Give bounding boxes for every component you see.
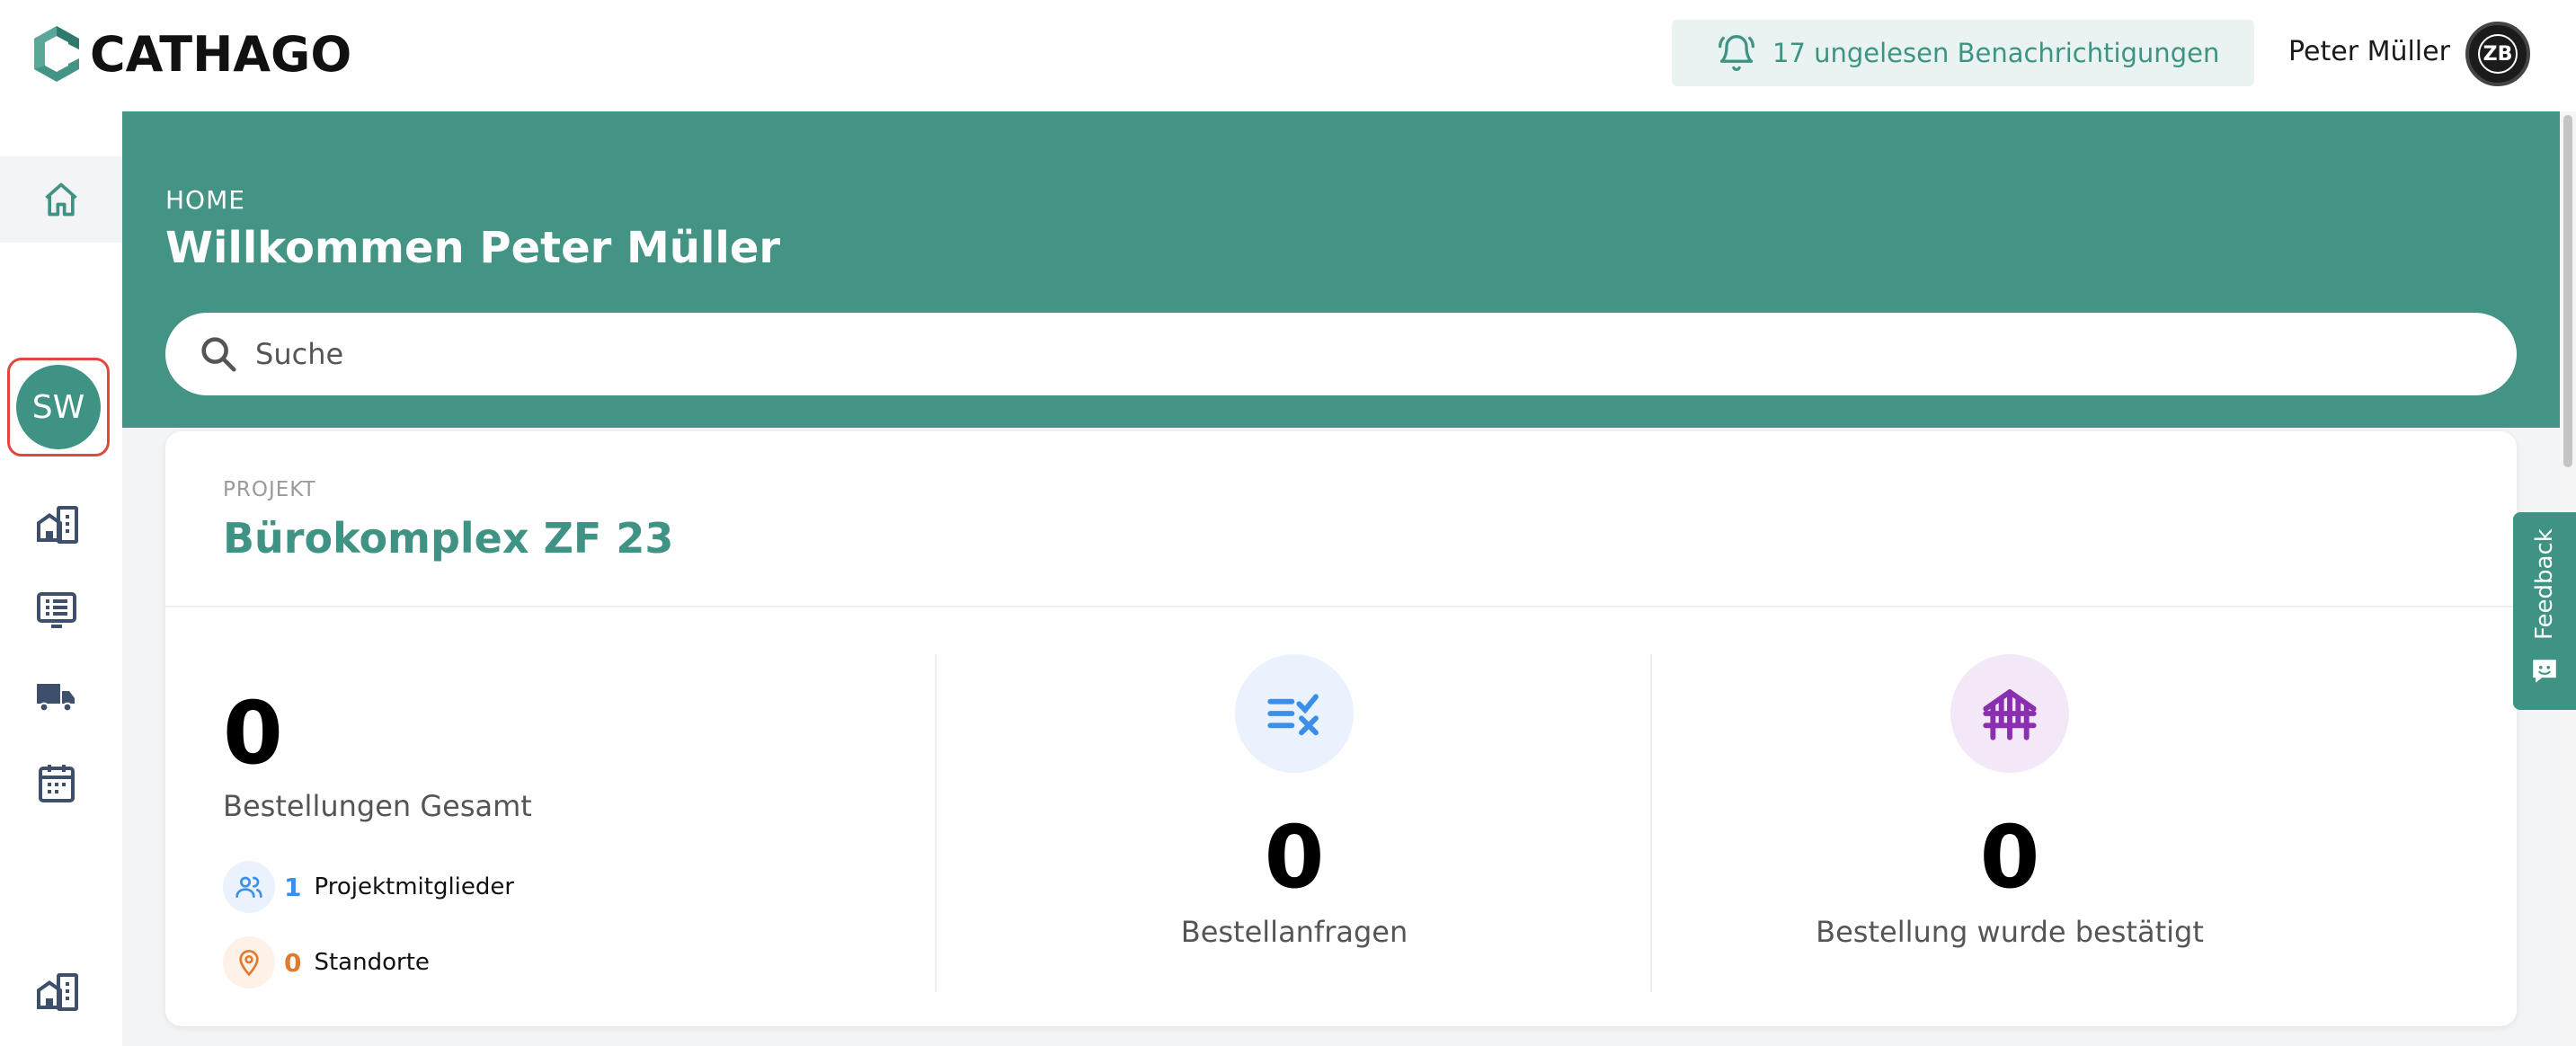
order-requests-icon-wrap [1235, 654, 1354, 773]
calendar-icon [39, 765, 75, 802]
feedback-label: Feedback [2531, 528, 2558, 640]
logo[interactable]: CATHAGO [34, 25, 351, 83]
locations-count: 0 [284, 947, 302, 978]
sidebar: SW [0, 111, 122, 1046]
logo-icon [34, 26, 79, 82]
user-avatar-initials: ZB [2478, 34, 2518, 74]
total-orders-label: Bestellungen Gesamt [223, 789, 532, 823]
buildings-icon [37, 506, 78, 544]
sidebar-item-list[interactable] [32, 586, 81, 634]
list-icon [37, 592, 76, 628]
total-orders-value: 0 [223, 683, 283, 784]
top-bar: CATHAGO 17 ungelesen Benachrichtigungen … [0, 0, 2576, 111]
search-input[interactable] [255, 337, 2412, 371]
notifications-label: 17 ungelesen Benachrichtigungen [1772, 38, 2220, 68]
bridge-icon [1983, 689, 2037, 740]
people-icon [235, 876, 262, 898]
orders-confirmed-icon-wrap [1950, 654, 2069, 773]
project-card-header: PROJEKT Bürokomplex ZF 23 [165, 431, 2517, 607]
logo-text: CATHAGO [90, 25, 352, 83]
notifications-button[interactable]: 17 ungelesen Benachrichtigungen [1672, 20, 2254, 86]
breadcrumb: HOME [165, 185, 245, 215]
location-pin-icon [239, 950, 259, 977]
order-requests-value: 0 [1264, 807, 1325, 908]
page-title: Willkommen Peter Müller [165, 223, 781, 273]
scrollbar-thumb[interactable] [2563, 115, 2572, 467]
search-bar[interactable] [165, 313, 2517, 395]
user-name[interactable]: Peter Müller [2288, 36, 2450, 67]
home-icon [45, 182, 77, 217]
organization-avatar: SW [16, 365, 101, 449]
members-icon-wrap [223, 861, 275, 913]
orders-confirmed-stat[interactable]: 0 Bestellung wurde bestätigt [1652, 654, 2367, 1005]
bell-icon [1719, 35, 1754, 71]
buildings-icon [37, 973, 78, 1011]
sidebar-item-deliveries[interactable] [32, 672, 81, 721]
locations-label: Standorte [314, 949, 430, 976]
truck-icon [37, 684, 75, 713]
sidebar-item-companies[interactable] [32, 967, 81, 1015]
order-requests-stat[interactable]: 0 Bestellanfragen [937, 654, 1652, 1005]
members-count: 1 [284, 872, 302, 902]
search-icon [201, 337, 236, 372]
orders-confirmed-value: 0 [1979, 807, 2040, 908]
project-name[interactable]: Bürokomplex ZF 23 [223, 514, 673, 563]
members-label: Projektmitglieder [314, 873, 515, 900]
chat-smiley-icon [2533, 660, 2556, 683]
locations-icon-wrap [223, 936, 275, 988]
sidebar-item-home[interactable] [0, 156, 122, 243]
orders-confirmed-label: Bestellung wurde bestätigt [1816, 915, 2204, 949]
members-row[interactable]: 1 Projektmitglieder [223, 861, 514, 913]
checklist-icon [1267, 694, 1319, 736]
sidebar-item-organization[interactable]: SW [7, 358, 110, 457]
project-label: PROJEKT [223, 478, 316, 501]
project-card[interactable]: PROJEKT Bürokomplex ZF 23 0 Bestellungen… [165, 431, 2517, 1026]
sidebar-item-projects[interactable] [32, 500, 81, 548]
sidebar-item-calendar[interactable] [32, 758, 81, 807]
order-requests-label: Bestellanfragen [1180, 915, 1408, 949]
feedback-tab[interactable]: Feedback [2513, 512, 2576, 710]
user-avatar[interactable]: ZB [2465, 22, 2530, 86]
locations-row[interactable]: 0 Standorte [223, 936, 430, 988]
